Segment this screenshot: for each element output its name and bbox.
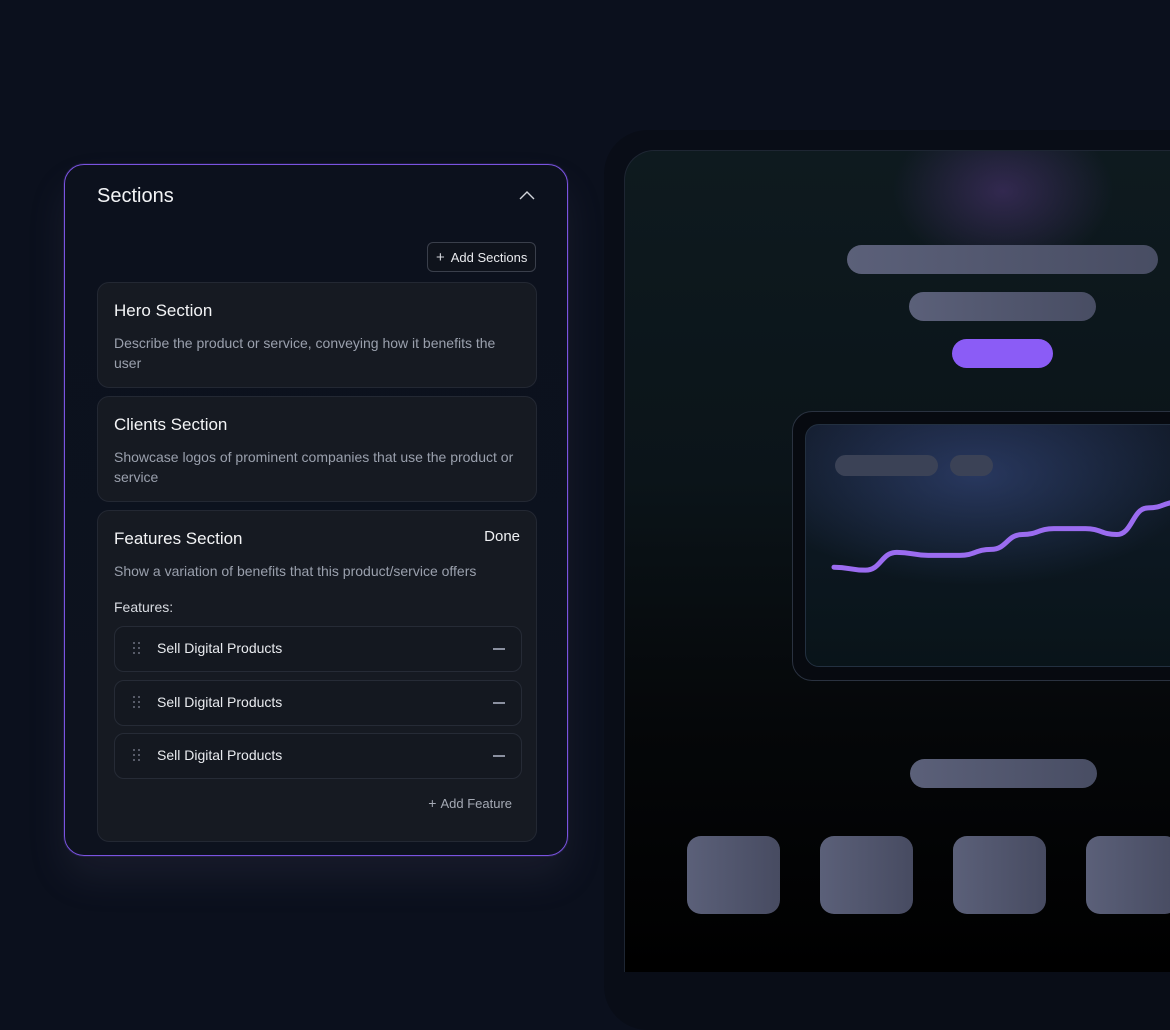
section-card-clients[interactable]: Clients Section Showcase logos of promin…: [97, 396, 537, 502]
chevron-up-icon: [519, 191, 535, 200]
add-sections-label: Add Sections: [450, 249, 528, 265]
card-description: Showcase logos of prominent companies th…: [114, 449, 514, 485]
trend-chart: [831, 500, 1170, 573]
drag-handle-icon[interactable]: [133, 696, 141, 710]
plus-icon: +: [436, 248, 445, 266]
card-title: Features Section: [114, 529, 243, 548]
panel-title: Sections: [97, 185, 174, 207]
feature-label: Sell Digital Products: [157, 747, 283, 763]
add-sections-button[interactable]: + Add Sections: [427, 242, 537, 272]
section-card-features: Features Section Done Show a variation o…: [97, 510, 537, 842]
feature-label: Sell Digital Products: [157, 640, 283, 656]
feature-label: Sell Digital Products: [157, 694, 283, 710]
cta-button-placeholder[interactable]: [952, 339, 1053, 368]
subheadline-placeholder: [909, 292, 1096, 321]
chart-card: [805, 424, 1170, 667]
features-label: Features:: [114, 599, 174, 615]
card-description: Show a variation of benefits that this p…: [114, 563, 477, 579]
remove-feature-icon[interactable]: [493, 648, 505, 650]
drag-handle-icon[interactable]: [133, 642, 141, 656]
feature-item[interactable]: Sell Digital Products: [114, 680, 522, 726]
logo-tile-placeholder: [953, 836, 1046, 914]
card-title: Hero Section: [114, 301, 213, 320]
card-title: Clients Section: [114, 415, 228, 434]
feature-item[interactable]: Sell Digital Products: [114, 733, 522, 779]
feature-item[interactable]: Sell Digital Products: [114, 626, 522, 672]
trend-line: [831, 500, 1170, 573]
section-card-hero[interactable]: Hero Section Describe the product or ser…: [97, 282, 537, 388]
plus-icon: +: [428, 795, 437, 811]
collapse-button[interactable]: [515, 185, 539, 207]
remove-feature-icon[interactable]: [493, 702, 505, 704]
logo-tile-placeholder: [1086, 836, 1170, 914]
sections-panel: Sections + Add Sections Hero Section Des…: [64, 164, 568, 856]
logo-tile-placeholder: [687, 836, 780, 914]
card-description: Describe the product or service, conveyi…: [114, 335, 496, 371]
headline-placeholder: [847, 245, 1158, 274]
add-feature-label: Add Feature: [440, 796, 512, 811]
done-button[interactable]: Done: [484, 528, 520, 545]
drag-handle-icon[interactable]: [133, 749, 141, 763]
section-title-placeholder: [910, 759, 1097, 788]
logo-tile-placeholder: [820, 836, 913, 914]
remove-feature-icon[interactable]: [493, 755, 505, 757]
add-feature-button[interactable]: + Add Feature: [428, 795, 512, 811]
